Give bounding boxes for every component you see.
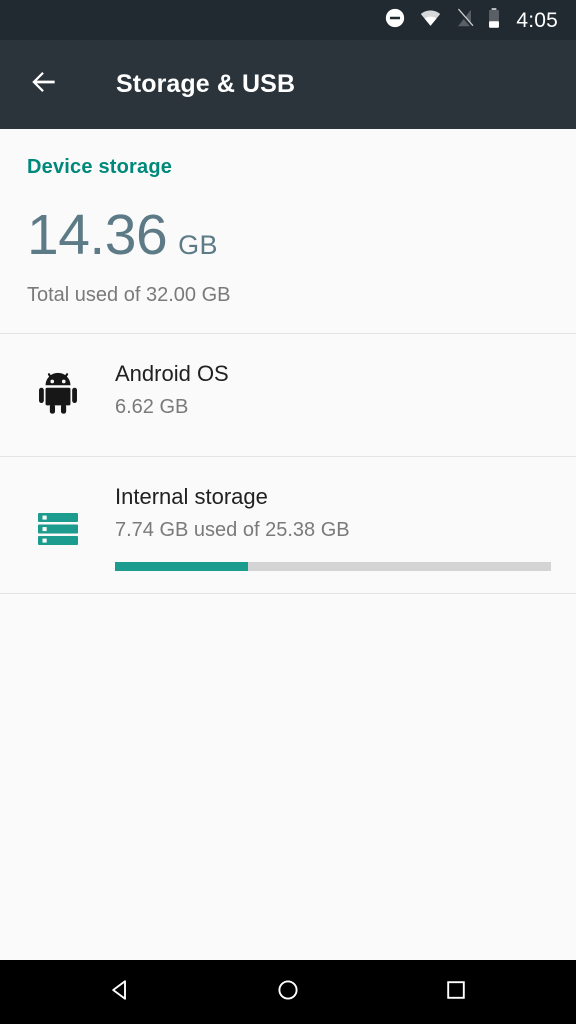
- status-bar-icons: [384, 7, 501, 34]
- list-item-subtitle: 6.62 GB: [115, 396, 189, 419]
- list-item-internal-storage[interactable]: Internal storage 7.74 GB used of 25.38 G…: [0, 457, 576, 579]
- android-robot-icon: [35, 369, 81, 420]
- recents-square-icon: [443, 977, 469, 1008]
- cellular-off-icon: [455, 7, 474, 34]
- nav-home-button[interactable]: [252, 960, 324, 1024]
- battery-icon: [487, 7, 501, 34]
- navigation-bar: [0, 960, 576, 1024]
- status-bar: 4:05: [0, 0, 576, 40]
- list-item-title: Internal storage: [115, 484, 268, 509]
- device-storage-summary: Device storage 14.36 GB Total used of 32…: [0, 129, 576, 305]
- nav-recents-button[interactable]: [420, 960, 492, 1024]
- home-circle-icon: [275, 977, 301, 1008]
- content-area: Device storage 14.36 GB Total used of 32…: [0, 129, 576, 960]
- list-item-android-os[interactable]: Android OS 6.62 GB: [0, 334, 576, 456]
- divider-below-internal-storage: [0, 593, 576, 594]
- storage-progress-bar: [115, 562, 551, 572]
- total-used-amount: 14.36 GB: [27, 207, 576, 264]
- internal-storage-text: Internal storage 7.74 GB used of 25.38 G…: [115, 482, 551, 572]
- app-bar: Storage & USB: [0, 40, 576, 129]
- back-triangle-icon: [107, 977, 133, 1008]
- storage-progress-fill: [115, 562, 248, 572]
- arrow-back-icon: [28, 66, 60, 103]
- status-bar-clock: 4:05: [516, 8, 558, 32]
- android-storage-settings-screen: 4:05 Storage & USB Device storage 14.36 …: [0, 0, 576, 1024]
- page-title: Storage & USB: [116, 70, 296, 98]
- wifi-icon: [419, 7, 442, 34]
- internal-storage-icon: [36, 512, 80, 551]
- android-os-text: Android OS 6.62 GB: [115, 359, 551, 419]
- total-used-unit: GB: [178, 230, 218, 260]
- list-item-subtitle: 7.74 GB used of 25.38 GB: [115, 519, 350, 542]
- back-button[interactable]: [27, 68, 61, 102]
- section-header-device-storage: Device storage: [27, 156, 173, 178]
- list-item-title: Android OS: [115, 361, 229, 386]
- total-used-value: 14.36: [27, 203, 168, 267]
- do-not-disturb-icon: [384, 7, 406, 34]
- total-capacity-label: Total used of 32.00 GB: [27, 284, 231, 306]
- nav-back-button[interactable]: [84, 960, 156, 1024]
- android-os-icon-slot: [0, 359, 115, 420]
- internal-storage-icon-slot: [0, 482, 115, 551]
